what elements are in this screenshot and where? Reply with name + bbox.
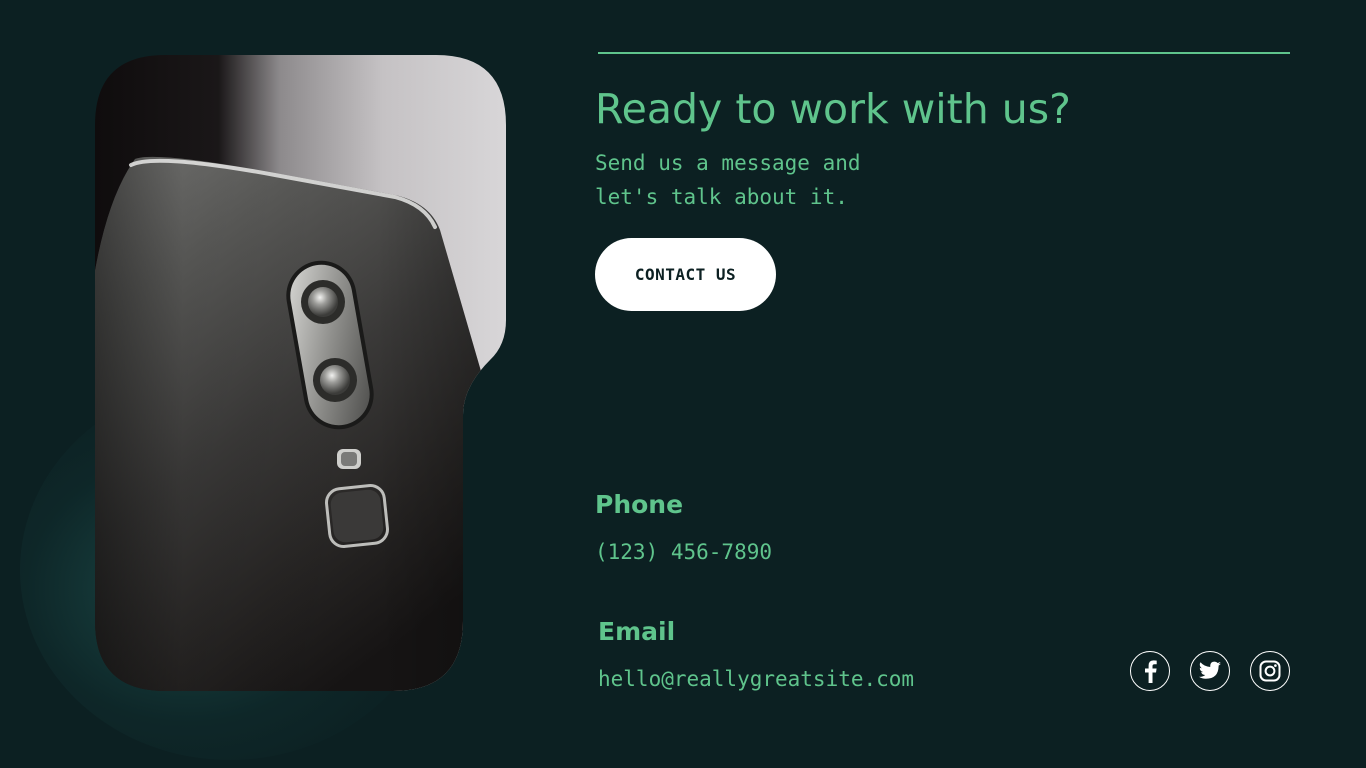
- smartphone-photo: [95, 55, 506, 691]
- twitter-icon: [1198, 661, 1221, 679]
- subtitle-text: Send us a message and let's talk about i…: [595, 146, 861, 214]
- facebook-link[interactable]: [1130, 651, 1170, 691]
- twitter-link[interactable]: [1190, 651, 1230, 691]
- facebook-icon: [1145, 660, 1157, 683]
- phone-number[interactable]: (123) 456-7890: [595, 539, 772, 565]
- email-address[interactable]: hello@reallygreatsite.com: [598, 666, 914, 692]
- page-title: Ready to work with us?: [595, 85, 1071, 133]
- subtitle-line-2: let's talk about it.: [595, 185, 848, 209]
- instagram-icon: [1259, 660, 1281, 682]
- contact-us-button[interactable]: CONTACT US: [595, 238, 776, 311]
- email-label: Email: [598, 617, 676, 646]
- subtitle-line-1: Send us a message and: [595, 151, 861, 175]
- phone-label: Phone: [595, 490, 684, 519]
- top-divider: [598, 52, 1290, 54]
- instagram-link[interactable]: [1250, 651, 1290, 691]
